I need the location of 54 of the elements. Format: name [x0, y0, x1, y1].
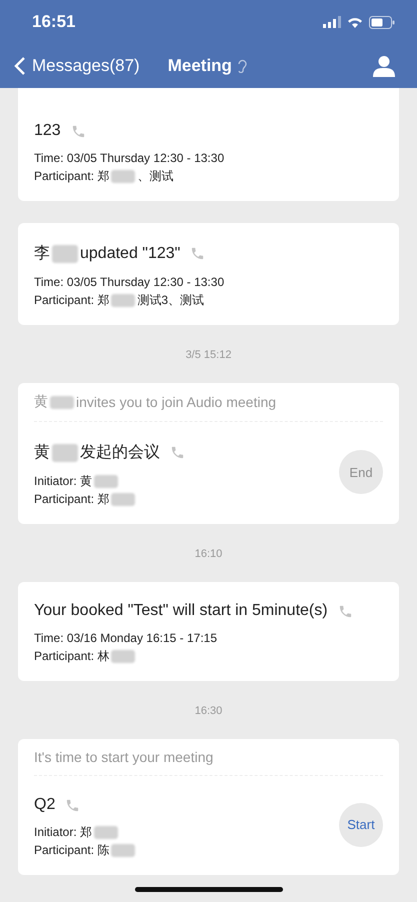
redaction-mark	[94, 474, 118, 488]
detail-text: Initiator: 郑	[34, 824, 92, 841]
back-chevron-icon	[14, 56, 26, 76]
phone-icon	[338, 604, 353, 618]
start-button[interactable]: Start	[339, 802, 383, 846]
meeting-card[interactable]: It's time to start your meeting Q2 Initiator: 郑 Participant: 陈 Start	[18, 739, 399, 875]
detail-text: Participant: 郑	[34, 292, 110, 309]
timestamp: 3/5 15:12	[186, 349, 232, 361]
user-icon[interactable]	[373, 55, 395, 77]
meeting-title: updated "123"	[80, 244, 180, 262]
detail-text: Time: 03/05 Thursday 12:30 - 13:30	[34, 150, 224, 167]
redaction-mark	[111, 844, 136, 856]
timestamp: 16:10	[194, 548, 222, 560]
detail-text: Time: 03/05 Thursday 12:30 - 13:30	[34, 274, 224, 291]
detail-text: 测试3、测试	[137, 292, 204, 309]
notice-text: It's time to start your meeting	[34, 749, 214, 765]
redaction-mark	[94, 826, 118, 838]
wifi-icon	[347, 16, 363, 28]
phone-icon	[170, 445, 185, 460]
timestamp: 16:30	[194, 705, 222, 717]
back-button[interactable]: Messages(87)	[14, 56, 140, 76]
meeting-title: Q2	[34, 796, 56, 814]
phone-icon	[65, 798, 80, 812]
redaction-mark	[111, 170, 136, 182]
phone-icon	[70, 124, 86, 138]
redaction-mark	[52, 244, 78, 262]
redaction-mark	[111, 294, 136, 306]
meeting-title: 123	[34, 122, 61, 140]
detail-text: Participant: 陈	[34, 842, 110, 859]
detail-text: Time: 03/16 Monday 16:15 - 17:15	[34, 630, 217, 647]
meeting-title: 发起的会议	[80, 442, 160, 463]
notice-text: 黄	[34, 393, 48, 411]
phone-icon	[190, 246, 206, 261]
meeting-title: Your booked "Test" will start in 5minute(s)	[34, 602, 328, 620]
page-title: Meeting	[168, 56, 232, 76]
notice-text: invites you to join Audio meeting	[76, 394, 276, 410]
detail-text: Participant: 林	[34, 648, 110, 665]
meeting-card[interactable]: Your booked "Test" will start in 5minute(s) Time: 03/16 Monday 16:15 - 17:15 Participant: 林	[18, 582, 399, 681]
redaction-mark	[111, 492, 136, 506]
meeting-title: 李	[34, 244, 50, 264]
status-time: 16:51	[32, 12, 76, 32]
detail-text: Initiator: 黄	[34, 473, 92, 490]
meeting-title: 黄	[34, 442, 50, 463]
redaction-mark	[111, 650, 136, 662]
meeting-card[interactable]: 李 updated "123" Time: 03/05 Thursday 12:30 - 13:30 Participant: 郑 测试3、测试	[18, 223, 399, 325]
detail-text: Participant: 郑	[34, 491, 110, 508]
meeting-card[interactable]: 123 Time: 03/05 Thursday 12:30 - 13:30 Participant: 郑 、测试	[18, 88, 399, 201]
signal-icon	[323, 16, 341, 28]
detail-text: Participant: 郑	[34, 168, 110, 185]
battery-icon	[369, 16, 395, 28]
redaction-mark	[52, 444, 78, 462]
redaction-mark	[50, 396, 74, 408]
detail-text: 、测试	[137, 168, 174, 185]
ear-icon	[236, 59, 247, 73]
